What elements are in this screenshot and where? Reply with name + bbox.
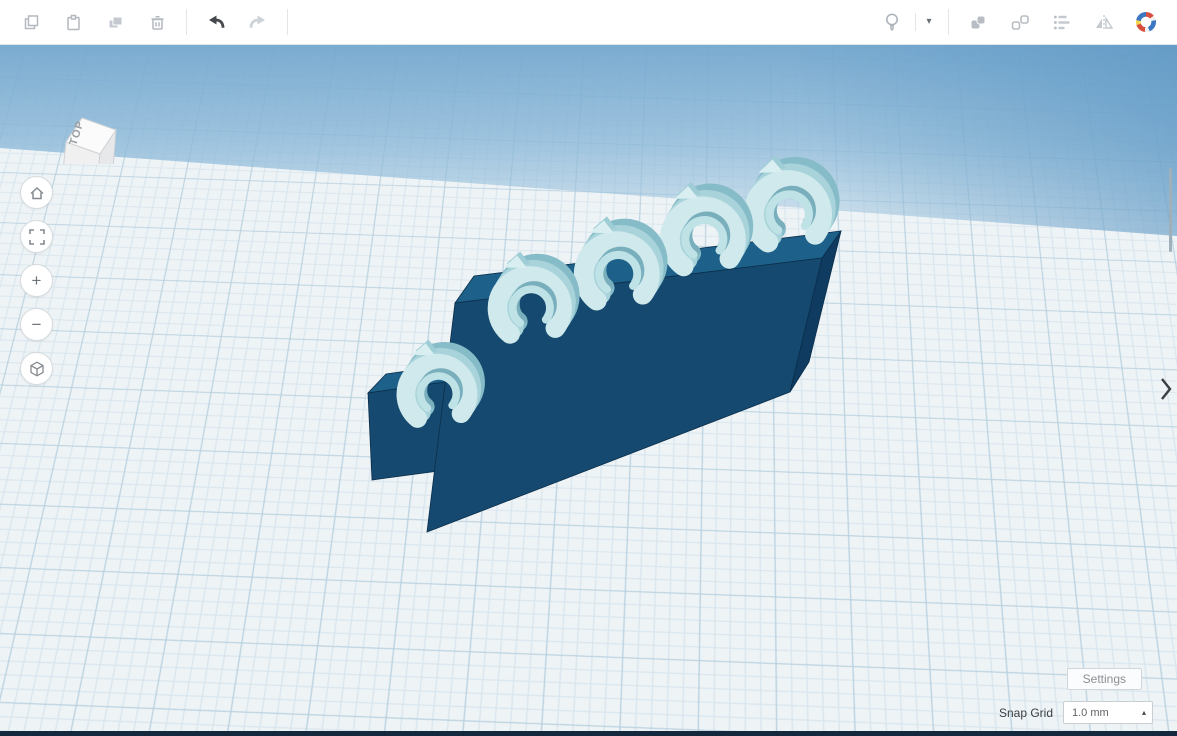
align-button[interactable] (1041, 3, 1083, 41)
duplicate-button[interactable] (94, 3, 136, 41)
ungroup-icon (1011, 14, 1029, 30)
undo-button[interactable] (195, 3, 237, 41)
settings-button-label: Settings (1082, 672, 1126, 686)
view-cube[interactable]: TOP LEFT (16, 54, 126, 164)
zoom-out-button[interactable]: − (20, 308, 53, 341)
perspective-toggle-button[interactable] (20, 352, 53, 385)
ungroup-button[interactable] (999, 3, 1041, 41)
zoom-in-button[interactable]: + (20, 264, 53, 297)
chevron-right-icon (1161, 378, 1172, 400)
snap-grid-caret-icon: ▴ (1141, 708, 1146, 717)
perspective-cube-icon (29, 360, 44, 377)
chevron-down-icon: ▾ (926, 16, 932, 27)
light-dropdown-button[interactable]: ▾ (918, 3, 940, 41)
snap-grid-value: 1.0 mm (1072, 706, 1109, 719)
copy-icon (24, 14, 38, 29)
home-icon (29, 186, 44, 199)
group-button[interactable] (957, 3, 999, 41)
snap-grid-control: Snap Grid 1.0 mm ▴ (999, 701, 1153, 724)
snap-grid-select[interactable]: 1.0 mm ▴ (1063, 701, 1153, 724)
toolbar-separator (915, 13, 916, 31)
paste-icon (66, 14, 80, 30)
copy-button[interactable] (10, 3, 52, 41)
redo-button[interactable] (237, 3, 279, 41)
fit-view-icon (28, 228, 45, 245)
model-3d (366, 0, 1177, 533)
home-view-button[interactable] (20, 176, 53, 209)
settings-button[interactable]: Settings (1066, 668, 1142, 690)
redo-icon (249, 15, 265, 28)
lightbulb-icon (886, 13, 898, 31)
scrollbar-thumb[interactable] (1169, 168, 1172, 252)
bottom-edge-bar (0, 731, 1177, 736)
view-controls: + − (20, 176, 53, 385)
undo-icon (209, 15, 225, 28)
color-ring-icon (1136, 12, 1156, 32)
top-toolbar: ▾ (0, 0, 1177, 45)
tinkercad-editor-window: { "view_cube": { "top_label": "TOP", "le… (0, 0, 1177, 736)
adjust-light-button[interactable] (871, 3, 913, 41)
group-icon (970, 15, 986, 29)
mirror-icon (1096, 14, 1114, 30)
toolbar-separator (948, 9, 949, 35)
delete-button[interactable] (136, 3, 178, 41)
snap-grid-label: Snap Grid (998, 705, 1053, 720)
trash-icon (151, 15, 163, 30)
duplicate-icon (108, 16, 122, 28)
fit-view-button[interactable] (20, 220, 53, 253)
toolbar-separator (186, 9, 187, 35)
zoom-in-label: + (31, 270, 42, 290)
align-icon (1054, 15, 1070, 29)
paste-button[interactable] (52, 3, 94, 41)
zoom-out-label: − (31, 314, 42, 334)
color-modes-button[interactable] (1125, 3, 1167, 41)
toolbar-separator (287, 9, 288, 35)
mirror-button[interactable] (1083, 3, 1125, 41)
expand-panel-button[interactable] (1159, 376, 1173, 402)
